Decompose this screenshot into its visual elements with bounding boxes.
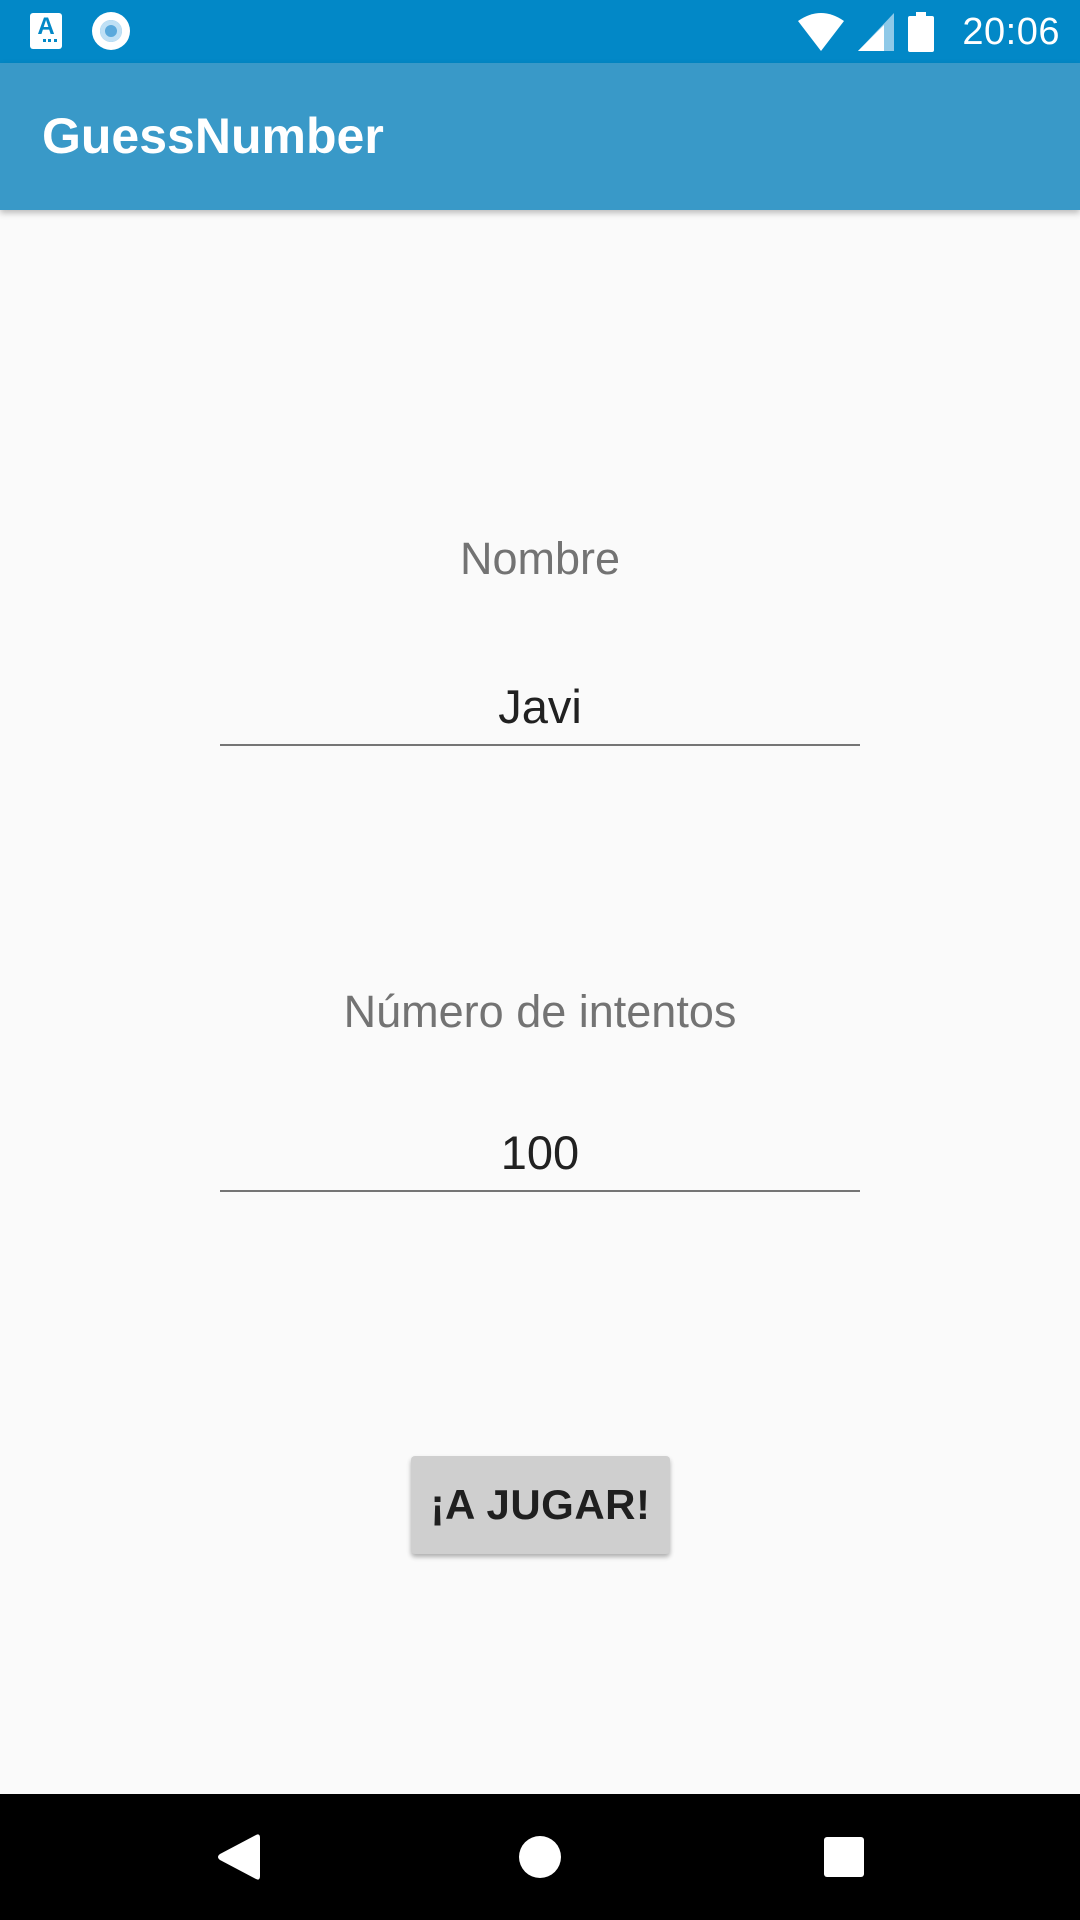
attempts-input[interactable] — [220, 1114, 860, 1192]
recents-icon — [824, 1837, 864, 1877]
back-button[interactable] — [212, 1831, 264, 1883]
name-label: Nombre — [459, 533, 621, 584]
accessibility-a-icon: A — [30, 13, 62, 49]
play-button[interactable]: ¡A JUGAR! — [411, 1456, 670, 1554]
system-icons: 20:06 — [798, 8, 1060, 56]
navigation-bar — [0, 1794, 1080, 1920]
app-title: GuessNumber — [42, 108, 384, 164]
attempts-label: Número de intentos — [343, 986, 737, 1037]
home-button[interactable] — [514, 1831, 566, 1883]
back-icon — [218, 1834, 260, 1880]
status-bar: A 20:06 — [0, 0, 1080, 63]
home-icon — [519, 1836, 561, 1878]
wifi-icon — [798, 13, 845, 51]
battery-icon — [908, 12, 935, 52]
record-circle-icon — [92, 12, 130, 50]
recents-button[interactable] — [818, 1831, 870, 1883]
notification-icons: A — [30, 11, 130, 51]
app-bar: GuessNumber — [0, 63, 1080, 210]
signal-icon — [858, 13, 895, 51]
screen: A 20:06 GuessNumber Nombre Número de int… — [0, 0, 1080, 1920]
name-input[interactable] — [220, 668, 860, 746]
status-time: 20:06 — [962, 10, 1060, 53]
